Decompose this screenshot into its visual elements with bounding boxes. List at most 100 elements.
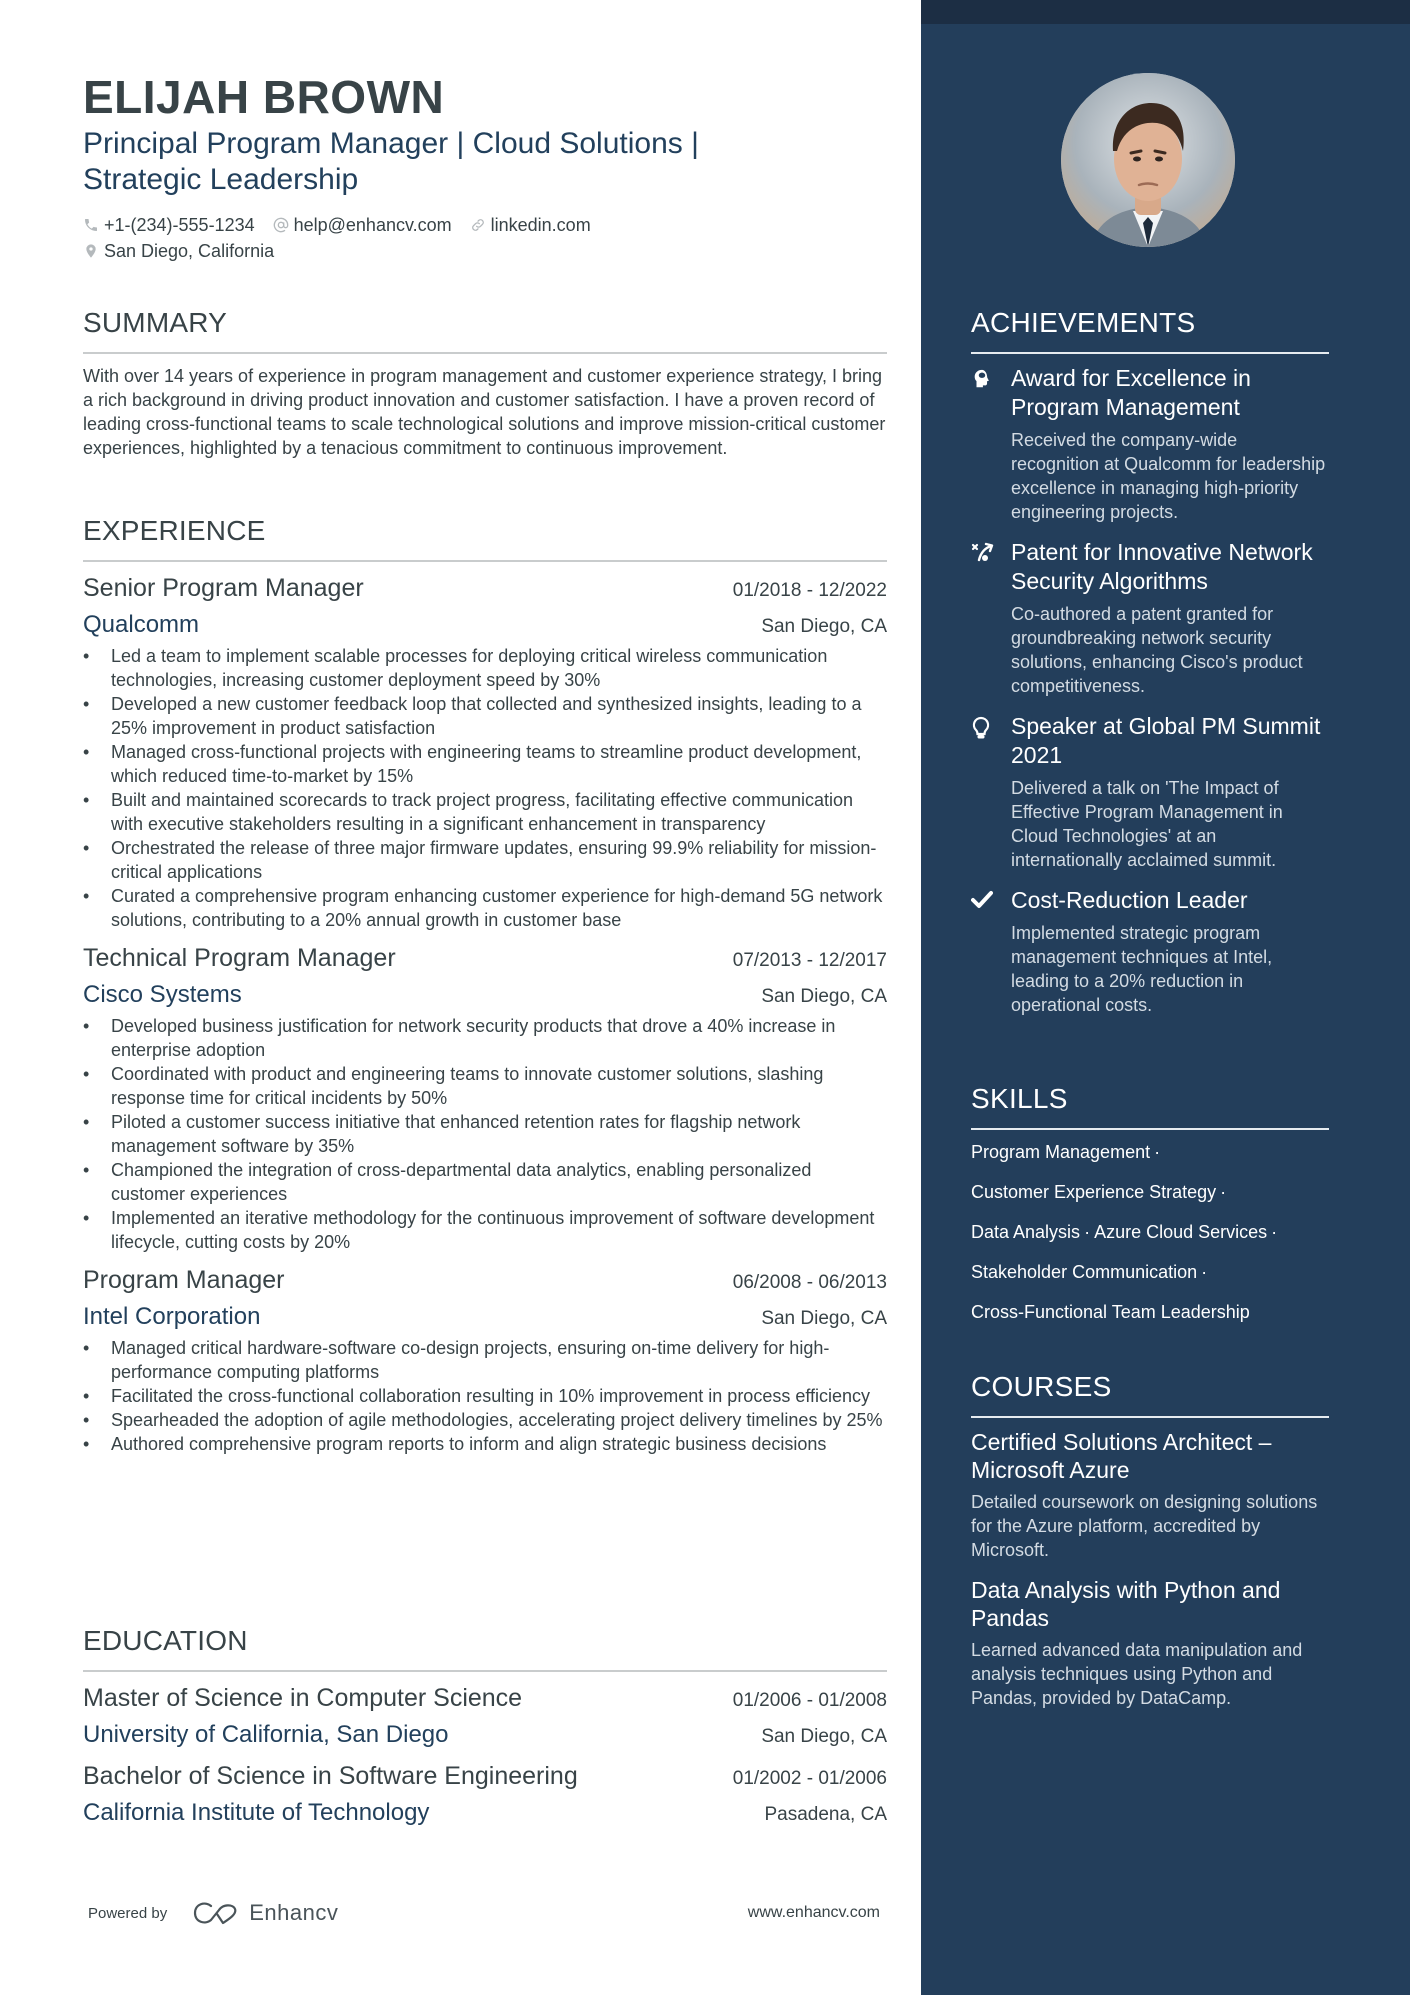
skill-tag: Stakeholder Communication	[971, 1262, 1198, 1282]
courses-section: COURSES Certified Solutions Architect – …	[971, 1370, 1329, 1710]
enhancv-logo-icon	[194, 1902, 237, 1925]
section-divider	[971, 1128, 1329, 1130]
at-icon	[273, 217, 288, 233]
skill-separator: ·	[1084, 1222, 1091, 1242]
job-company: Intel Corporation	[83, 1303, 261, 1330]
job-bullet: Built and maintained scorecards to track…	[83, 788, 887, 836]
location-text: San Diego, California	[104, 241, 275, 261]
job-bullet: Championed the integration of cross-depa…	[83, 1158, 887, 1206]
achievement-item: Award for Excellence in Program Manageme…	[971, 364, 1329, 524]
skill-separator: ·	[1154, 1142, 1161, 1162]
job-bullet: Managed critical hardware-software co-de…	[83, 1336, 887, 1384]
education-degree: Master of Science in Computer Science	[83, 1684, 523, 1712]
job-bullets: Developed business justification for net…	[83, 1014, 887, 1254]
job-location: San Diego, CA	[761, 616, 887, 637]
experience-section: EXPERIENCE Senior Program Manager 01/201…	[83, 514, 887, 1456]
job-role: Technical Program Manager	[83, 944, 396, 972]
course-item: Data Analysis with Python and Pandas Lea…	[971, 1576, 1329, 1710]
skill-tag: Data Analysis	[971, 1222, 1081, 1242]
skill-separator: ·	[1201, 1262, 1208, 1282]
contact-info: +1-(234)-555-1234 help@enhancv.com linke…	[83, 212, 887, 264]
job-location: San Diego, CA	[761, 1308, 887, 1329]
achievement-title: Patent for Innovative Network Security A…	[1011, 539, 1313, 594]
job-company: Cisco Systems	[83, 981, 242, 1008]
job-bullet: Managed cross-functional projects with e…	[83, 740, 887, 788]
location-pin-icon	[86, 244, 96, 258]
course-description: Detailed coursework on designing solutio…	[971, 1492, 1318, 1560]
job-bullet: Curated a comprehensive program enhancin…	[83, 884, 887, 932]
job-bullets: Managed critical hardware-software co-de…	[83, 1336, 887, 1456]
job-dates: 01/2018 - 12/2022	[732, 580, 887, 601]
education-location: Pasadena, CA	[764, 1804, 887, 1825]
section-divider	[83, 352, 887, 354]
job-role: Program Manager	[83, 1266, 285, 1294]
footer: Powered by Enhancv www.enhancv.com	[88, 1900, 880, 1926]
footer-url[interactable]: www.enhancv.com	[748, 1904, 880, 1922]
job-bullet: Orchestrated the release of three major …	[83, 836, 887, 884]
skills-section: SKILLS Program Management · Customer Expe…	[971, 1082, 1329, 1324]
section-heading: SKILLS	[971, 1083, 1068, 1114]
achievement-description: Implemented strategic program management…	[1011, 923, 1273, 1015]
section-divider	[83, 1670, 887, 1672]
section-heading: SUMMARY	[83, 307, 228, 338]
powered-by-label: Powered by	[88, 1904, 168, 1922]
phone-text: +1-(234)-555-1234	[104, 215, 255, 235]
job-entry: Program Manager 06/2008 - 06/2013 Intel …	[83, 1264, 887, 1456]
education-section: EDUCATION Master of Science in Computer …	[83, 1624, 887, 1828]
job-location: San Diego, CA	[761, 986, 887, 1007]
education-entry: Master of Science in Computer Science 01…	[83, 1682, 887, 1750]
section-heading: ACHIEVEMENTS	[971, 307, 1196, 338]
contact-link[interactable]: linkedin.com	[470, 212, 591, 238]
education-degree: Bachelor of Science in Software Engineer…	[83, 1762, 578, 1790]
job-bullet: Coordinated with product and engineering…	[83, 1062, 887, 1110]
section-divider	[971, 1416, 1329, 1418]
skills-list: Program Management · Customer Experience …	[971, 1140, 1329, 1324]
section-heading: EDUCATION	[83, 1625, 248, 1656]
strategy-icon	[971, 542, 994, 562]
profile-photo	[1061, 73, 1235, 247]
education-school: University of California, San Diego	[83, 1721, 449, 1748]
education-entry: Bachelor of Science in Software Engineer…	[83, 1760, 887, 1828]
sidebar: ACHIEVEMENTS Award for Excellence in Pro…	[921, 0, 1410, 1995]
job-bullet: Spearheaded the adoption of agile method…	[83, 1408, 887, 1432]
phone-icon	[85, 219, 97, 231]
email-text: help@enhancv.com	[293, 215, 452, 235]
achievement-item: Speaker at Global PM Summit 2021 Deliver…	[971, 712, 1329, 872]
skill-tag: Azure Cloud Services	[1094, 1222, 1268, 1242]
contact-email[interactable]: help@enhancv.com	[273, 212, 452, 238]
achievement-description: Delivered a talk on 'The Impact of Effec…	[1011, 778, 1283, 870]
course-title: Certified Solutions Architect – Microsof…	[971, 1429, 1272, 1483]
job-bullet: Facilitated the cross-functional collabo…	[83, 1384, 887, 1408]
contact-phone[interactable]: +1-(234)-555-1234	[83, 212, 255, 238]
section-heading: EXPERIENCE	[83, 515, 266, 546]
job-bullet: Implemented an iterative methodology for…	[83, 1206, 887, 1254]
avatar	[1061, 73, 1235, 247]
job-dates: 07/2013 - 12/2017	[732, 950, 887, 971]
job-bullet: Led a team to implement scalable process…	[83, 644, 887, 692]
candidate-title: Principal Program Manager | Cloud Soluti…	[83, 127, 699, 196]
contact-location: San Diego, California	[83, 238, 274, 264]
resume-header: ELIJAH BROWN Principal Program Manager |…	[83, 70, 887, 264]
sidebar-top-band	[921, 0, 1410, 24]
achievement-title: Speaker at Global PM Summit 2021	[1011, 713, 1321, 768]
section-divider	[971, 352, 1329, 354]
summary-section: SUMMARY With over 14 years of experience…	[83, 306, 887, 460]
brand-logo[interactable]: Enhancv	[193, 1900, 338, 1926]
course-item: Certified Solutions Architect – Microsof…	[971, 1428, 1329, 1562]
job-bullet: Piloted a customer success initiative th…	[83, 1110, 887, 1158]
education-location: San Diego, CA	[761, 1726, 887, 1747]
skill-tag: Cross-Functional Team Leadership	[971, 1302, 1250, 1322]
link-icon	[471, 219, 484, 231]
job-company: Qualcomm	[83, 611, 200, 638]
achievement-item: Patent for Innovative Network Security A…	[971, 538, 1329, 698]
achievement-description: Received the company-wide recognition at…	[1011, 430, 1326, 522]
job-entry: Technical Program Manager 07/2013 - 12/2…	[83, 942, 887, 1254]
job-entry: Senior Program Manager 01/2018 - 12/2022…	[83, 572, 887, 932]
head-brain-icon	[974, 369, 989, 388]
job-role: Senior Program Manager	[83, 574, 364, 602]
job-bullet: Developed a new customer feedback loop t…	[83, 692, 887, 740]
candidate-name: ELIJAH BROWN	[83, 71, 445, 123]
skill-tag: Customer Experience Strategy	[971, 1182, 1217, 1202]
section-heading: COURSES	[971, 1371, 1112, 1402]
education-dates: 01/2006 - 01/2008	[732, 1690, 887, 1711]
